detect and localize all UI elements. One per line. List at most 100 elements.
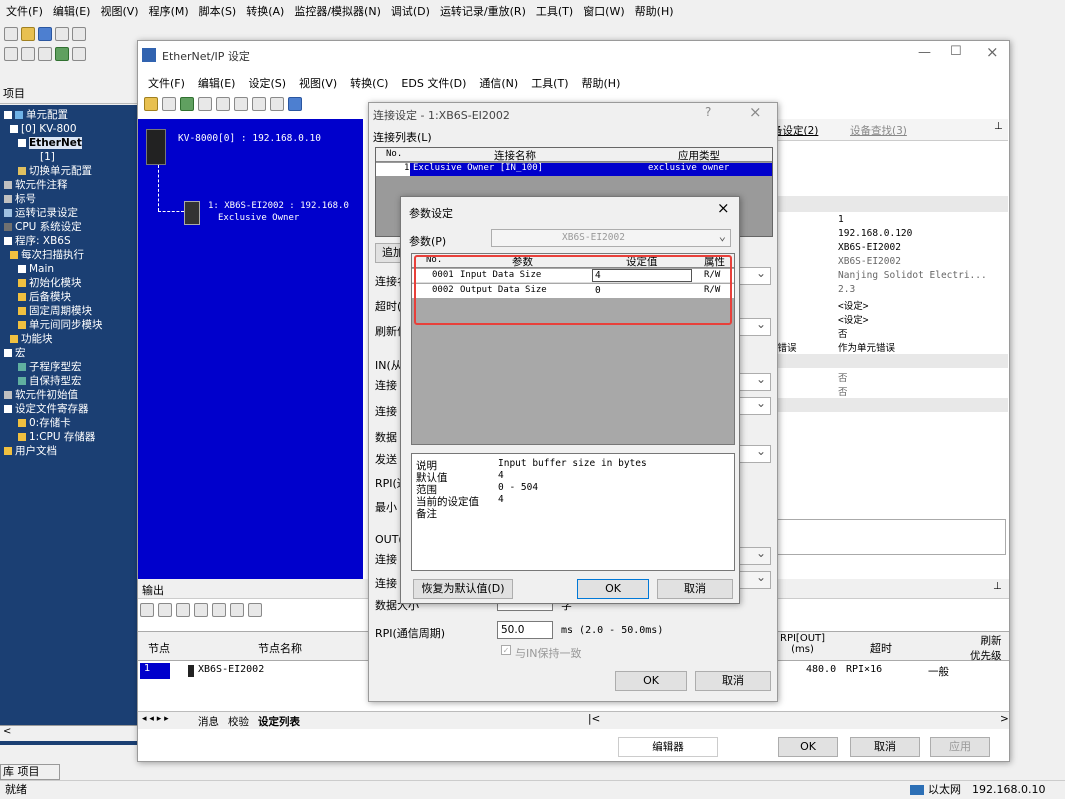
menu-monitor[interactable]: 监控器/模拟器(N) bbox=[294, 3, 381, 19]
tab-nav-icon[interactable]: ◂ ◂ ▸ ▸ bbox=[142, 714, 169, 724]
eip-menu-tools[interactable]: 工具(T) bbox=[531, 75, 568, 91]
tree-item[interactable]: 子程序型宏 bbox=[0, 360, 137, 374]
eip-menu-settings[interactable]: 设定(S) bbox=[248, 75, 286, 91]
collapse-icon[interactable] bbox=[4, 111, 12, 119]
menu-edit[interactable]: 编辑(E) bbox=[53, 3, 91, 19]
eip-menu-edit[interactable]: 编辑(E) bbox=[198, 75, 236, 91]
pin-icon[interactable]: ⊥ bbox=[993, 581, 1002, 592]
menu-convert[interactable]: 转换(A) bbox=[246, 3, 284, 19]
menu-help[interactable]: 帮助(H) bbox=[635, 3, 674, 19]
eip-menu-convert[interactable]: 转换(C) bbox=[350, 75, 388, 91]
conn-select[interactable] bbox=[735, 372, 771, 391]
tree-item[interactable]: Main bbox=[0, 262, 137, 276]
menu-debug[interactable]: 调试(D) bbox=[391, 3, 430, 19]
menu-view[interactable]: 视图(V) bbox=[100, 3, 138, 19]
tree-item[interactable]: 每次扫描执行 bbox=[0, 248, 137, 262]
tab-library[interactable]: 库 bbox=[3, 765, 14, 778]
scroll-left-icon[interactable]: |< bbox=[588, 713, 600, 725]
preview-icon[interactable] bbox=[72, 27, 86, 41]
export-icon[interactable] bbox=[194, 603, 208, 617]
property-value[interactable]: <设定> bbox=[838, 298, 868, 312]
tree-item[interactable]: 用户文档 bbox=[0, 444, 137, 458]
property-value[interactable]: 作为单元错误 bbox=[838, 340, 895, 354]
tree-item[interactable]: 运转记录设定 bbox=[0, 206, 137, 220]
send-select[interactable] bbox=[735, 444, 771, 463]
tool-icon[interactable] bbox=[4, 47, 18, 61]
eip-cancel-button[interactable]: 取消 bbox=[850, 737, 920, 757]
tree-item[interactable]: 单元间同步模块 bbox=[0, 318, 137, 332]
minimize-icon[interactable]: — bbox=[918, 45, 931, 60]
network-scan-icon[interactable] bbox=[180, 97, 194, 111]
close-icon[interactable]: × bbox=[749, 103, 762, 121]
menu-file[interactable]: 文件(F) bbox=[6, 3, 43, 19]
copy-icon[interactable] bbox=[198, 97, 212, 111]
tree-item[interactable]: 宏 bbox=[0, 346, 137, 360]
tree-item[interactable]: 功能块 bbox=[0, 332, 137, 346]
print-icon[interactable] bbox=[55, 27, 69, 41]
refresh-select[interactable] bbox=[735, 317, 771, 336]
eip-menu-help[interactable]: 帮助(H) bbox=[582, 75, 621, 91]
find-icon[interactable] bbox=[176, 603, 190, 617]
conn-select[interactable] bbox=[735, 570, 771, 589]
eip-menu-comm[interactable]: 通信(N) bbox=[479, 75, 518, 91]
tree-item[interactable]: 程序: XB6S bbox=[0, 234, 137, 248]
scroll-left-icon[interactable]: < bbox=[3, 726, 11, 737]
settings-icon[interactable] bbox=[212, 603, 226, 617]
tree-item[interactable]: 后备模块 bbox=[0, 290, 137, 304]
tree-item[interactable]: 标号 bbox=[0, 192, 137, 206]
tree-item[interactable]: EtherNet bbox=[0, 136, 137, 150]
tree-icon[interactable] bbox=[270, 97, 284, 111]
tree-item[interactable]: 自保持型宏 bbox=[0, 374, 137, 388]
conn-select[interactable] bbox=[735, 546, 771, 565]
tree-item[interactable]: 1:CPU 存储器 bbox=[0, 430, 137, 444]
tab-project[interactable]: 项目 bbox=[18, 765, 40, 778]
param-cancel-button[interactable]: 取消 bbox=[657, 579, 733, 599]
tree-item[interactable]: 固定周期模块 bbox=[0, 304, 137, 318]
property-value[interactable]: <设定> bbox=[838, 312, 868, 326]
conn-name-select[interactable] bbox=[735, 266, 771, 285]
tree-item[interactable]: 软元件注释 bbox=[0, 178, 137, 192]
cut-icon[interactable] bbox=[216, 97, 230, 111]
conn-select[interactable] bbox=[735, 396, 771, 415]
tree-item[interactable]: [0] KV-800 bbox=[0, 122, 137, 136]
menu-script[interactable]: 脚本(S) bbox=[199, 3, 237, 19]
delete-icon[interactable] bbox=[252, 97, 266, 111]
monitor-icon[interactable] bbox=[288, 97, 302, 111]
tab-device-search[interactable]: 设备查找(3) bbox=[850, 123, 907, 138]
info-icon[interactable] bbox=[162, 97, 176, 111]
device-icon[interactable] bbox=[184, 201, 200, 225]
tree-item[interactable]: 单元配置 bbox=[0, 108, 137, 122]
close-icon[interactable]: × bbox=[986, 43, 999, 61]
menu-window[interactable]: 窗口(W) bbox=[583, 3, 624, 19]
param-ok-button[interactable]: OK bbox=[577, 579, 649, 599]
tree-item[interactable]: CPU 系统设定 bbox=[0, 220, 137, 234]
paste-icon[interactable] bbox=[234, 97, 248, 111]
tab-verify[interactable]: 校验 bbox=[228, 714, 249, 729]
conn-cancel-button[interactable]: 取消 bbox=[695, 671, 771, 691]
plc-icon[interactable] bbox=[146, 129, 166, 165]
grid-icon[interactable] bbox=[248, 603, 262, 617]
tree-item[interactable]: 切换单元配置 bbox=[0, 164, 137, 178]
list2-icon[interactable] bbox=[38, 47, 52, 61]
tree-item[interactable]: 初始化模块 bbox=[0, 276, 137, 290]
pin-icon[interactable]: ⊥ bbox=[994, 121, 1003, 132]
check-icon[interactable] bbox=[55, 47, 69, 61]
list-icon[interactable] bbox=[21, 47, 35, 61]
tree-item[interactable]: 0:存储卡 bbox=[0, 416, 137, 430]
sync-checkbox[interactable]: ✓ bbox=[501, 645, 511, 655]
gear-icon[interactable] bbox=[144, 97, 158, 111]
new-file-icon[interactable] bbox=[4, 27, 18, 41]
restore-default-button[interactable]: 恢复为默认值(D) bbox=[413, 579, 513, 599]
param-select[interactable]: XB6S-EI2002 bbox=[491, 228, 731, 247]
tab-settings-list[interactable]: 设定列表 bbox=[258, 714, 300, 729]
tree-item[interactable]: [1] bbox=[0, 150, 137, 164]
eip-menu-file[interactable]: 文件(F) bbox=[148, 75, 185, 91]
eip-menu-view[interactable]: 视图(V) bbox=[299, 75, 337, 91]
save-icon[interactable] bbox=[38, 27, 52, 41]
eip-apply-button[interactable]: 应用 bbox=[930, 737, 990, 757]
eip-ok-button[interactable]: OK bbox=[778, 737, 838, 757]
open-folder-icon[interactable] bbox=[21, 27, 35, 41]
maximize-icon[interactable]: ☐ bbox=[950, 44, 962, 59]
tree-item[interactable]: 软元件初始值 bbox=[0, 388, 137, 402]
tab-device-settings[interactable]: 备设定(2) bbox=[772, 123, 818, 138]
